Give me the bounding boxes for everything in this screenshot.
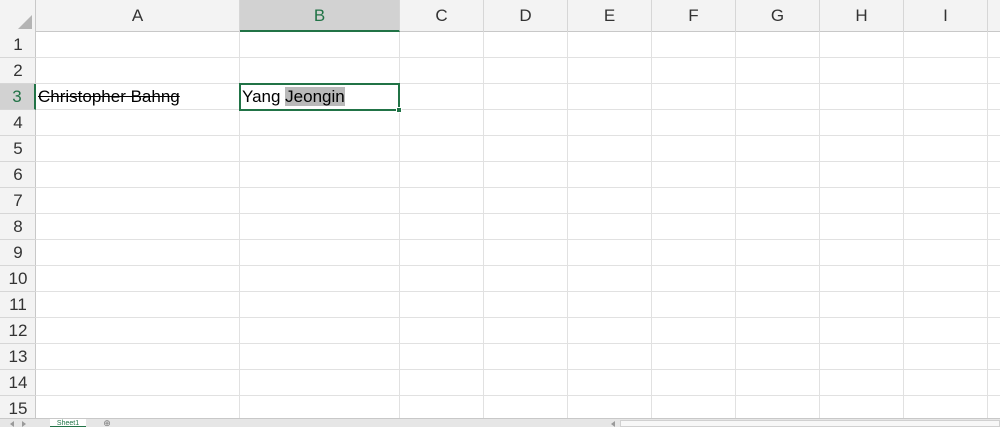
- row-header-15[interactable]: 15: [0, 396, 36, 418]
- row-header-1[interactable]: 1: [0, 32, 36, 58]
- cell-b3-text: Yang: [242, 87, 286, 106]
- cell-b3[interactable]: Yang Jeongin: [242, 84, 345, 110]
- gridline: [735, 32, 736, 418]
- scroll-tabs-right-icon[interactable]: [22, 421, 26, 427]
- cell-area[interactable]: Christopher Bahng Yang Jeongin: [36, 32, 1000, 418]
- gridline: [36, 109, 1000, 110]
- row-header-3[interactable]: 3: [0, 84, 36, 110]
- column-header-c[interactable]: C: [400, 0, 484, 32]
- column-header-b[interactable]: B: [240, 0, 400, 32]
- sheet-tab-sheet1[interactable]: Sheet1: [50, 419, 86, 427]
- cell-a3[interactable]: Christopher Bahng: [38, 84, 180, 110]
- gridline: [36, 57, 1000, 58]
- select-all-button[interactable]: [0, 0, 36, 32]
- column-header-i[interactable]: I: [904, 0, 988, 32]
- gridline: [987, 32, 988, 418]
- column-header-h[interactable]: H: [820, 0, 904, 32]
- sheet-tab-bar: Sheet1 ⊕: [0, 418, 1000, 427]
- gridline: [36, 369, 1000, 370]
- add-sheet-icon[interactable]: ⊕: [102, 419, 112, 427]
- gridline: [483, 32, 484, 418]
- gridline: [36, 187, 1000, 188]
- column-header-a[interactable]: A: [36, 0, 240, 32]
- row-header-10[interactable]: 10: [0, 266, 36, 292]
- gridline: [36, 343, 1000, 344]
- row-header-2[interactable]: 2: [0, 58, 36, 84]
- gridline: [36, 239, 1000, 240]
- gridline: [36, 395, 1000, 396]
- gridline: [36, 135, 1000, 136]
- row-header-column: 1 2 3 4 5 6 7 8 9 10 11 12 13 14 15: [0, 32, 36, 418]
- row-header-8[interactable]: 8: [0, 214, 36, 240]
- column-header-f[interactable]: F: [652, 0, 736, 32]
- column-header-d[interactable]: D: [484, 0, 568, 32]
- row-header-13[interactable]: 13: [0, 344, 36, 370]
- row-header-7[interactable]: 7: [0, 188, 36, 214]
- gridline: [903, 32, 904, 418]
- spreadsheet-grid[interactable]: A B C D E F G H I 1 2 3 4 5 6 7 8 9 10 1…: [0, 0, 1000, 418]
- row-header-11[interactable]: 11: [0, 292, 36, 318]
- column-header-e[interactable]: E: [568, 0, 652, 32]
- select-all-triangle-icon: [18, 15, 32, 29]
- fill-handle[interactable]: [396, 107, 402, 113]
- column-header-g[interactable]: G: [736, 0, 820, 32]
- column-header-row: A B C D E F G H I: [0, 0, 1000, 32]
- cell-b3-selected-text: Jeongin: [285, 87, 345, 106]
- gridline: [36, 291, 1000, 292]
- gridline: [36, 317, 1000, 318]
- row-header-4[interactable]: 4: [0, 110, 36, 136]
- horizontal-scrollbar[interactable]: [620, 420, 1000, 427]
- row-header-6[interactable]: 6: [0, 162, 36, 188]
- horizontal-scroll-left-icon[interactable]: [611, 421, 615, 427]
- row-header-14[interactable]: 14: [0, 370, 36, 396]
- gridline: [651, 32, 652, 418]
- gridline: [819, 32, 820, 418]
- row-header-12[interactable]: 12: [0, 318, 36, 344]
- row-header-9[interactable]: 9: [0, 240, 36, 266]
- gridline: [36, 213, 1000, 214]
- gridline: [36, 161, 1000, 162]
- gridline: [567, 32, 568, 418]
- row-header-5[interactable]: 5: [0, 136, 36, 162]
- scroll-tabs-left-icon[interactable]: [10, 421, 14, 427]
- gridline: [36, 265, 1000, 266]
- gridline: [36, 83, 1000, 84]
